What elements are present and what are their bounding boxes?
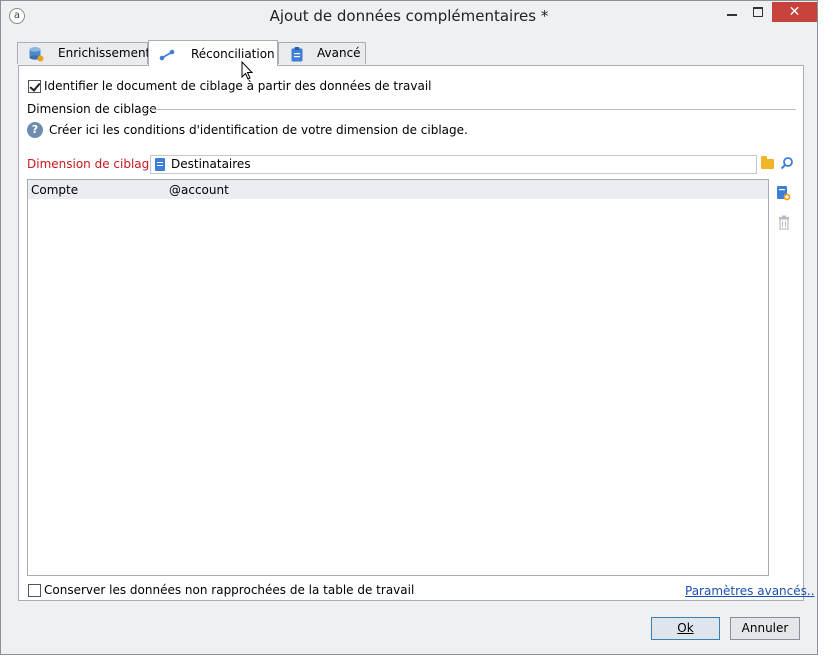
mouse-cursor-icon <box>241 61 254 80</box>
grid-cell-expression: @account <box>169 183 229 197</box>
clipboard-icon <box>291 47 303 62</box>
advanced-settings-link[interactable]: Paramètres avancés.. <box>685 584 815 598</box>
cancel-button[interactable]: Annuler <box>730 617 800 640</box>
table-row[interactable]: Compte @account <box>28 180 768 199</box>
section-title: Dimension de ciblage <box>27 102 157 116</box>
identify-checkbox[interactable] <box>28 80 41 93</box>
schema-doc-icon <box>155 158 165 171</box>
window-title: Ajout de données complémentaires * <box>269 7 549 25</box>
identify-checkbox-label: Identifier le document de ciblage à part… <box>44 79 432 93</box>
dialog-window: a Ajout de données complémentaires * ✕ E… <box>0 0 818 655</box>
tab-label: Enrichissement <box>58 46 151 60</box>
grid-cell-field: Compte <box>31 183 79 197</box>
tab-label: Avancé <box>317 46 361 60</box>
minimize-icon[interactable] <box>719 2 745 22</box>
cancel-label: Annuler <box>741 621 789 635</box>
section-divider <box>144 109 796 110</box>
close-icon[interactable]: ✕ <box>772 2 817 22</box>
ok-label: Ok <box>677 621 694 635</box>
dimension-field[interactable]: Destinataires <box>150 155 757 174</box>
title-bar[interactable]: a Ajout de données complémentaires * ✕ <box>1 1 817 31</box>
dimension-label: Dimension de ciblage: <box>27 157 161 171</box>
search-icon[interactable] <box>780 156 794 170</box>
conditions-grid[interactable]: Compte @account <box>27 179 769 576</box>
dimension-value: Destinataires <box>171 157 251 171</box>
help-text: Créer ici les conditions d'identificatio… <box>49 123 468 137</box>
add-condition-icon[interactable] <box>775 185 791 201</box>
ok-button[interactable]: Ok <box>651 617 720 640</box>
tab-label: Réconciliation <box>191 47 275 61</box>
help-icon: ? <box>27 122 43 138</box>
trash-icon[interactable] <box>776 214 792 230</box>
reconciliation-icon <box>159 49 175 61</box>
tab-enrichissement[interactable]: Enrichissement <box>17 42 151 64</box>
tab-avance[interactable]: Avancé <box>278 42 366 64</box>
database-icon <box>29 47 44 62</box>
keep-unmatched-label: Conserver les données non rapprochées de… <box>44 583 415 597</box>
maximize-icon[interactable] <box>745 2 771 22</box>
keep-unmatched-checkbox[interactable] <box>28 584 41 597</box>
folder-icon[interactable] <box>761 156 774 169</box>
tab-reconciliation[interactable]: Réconciliation <box>148 40 278 66</box>
